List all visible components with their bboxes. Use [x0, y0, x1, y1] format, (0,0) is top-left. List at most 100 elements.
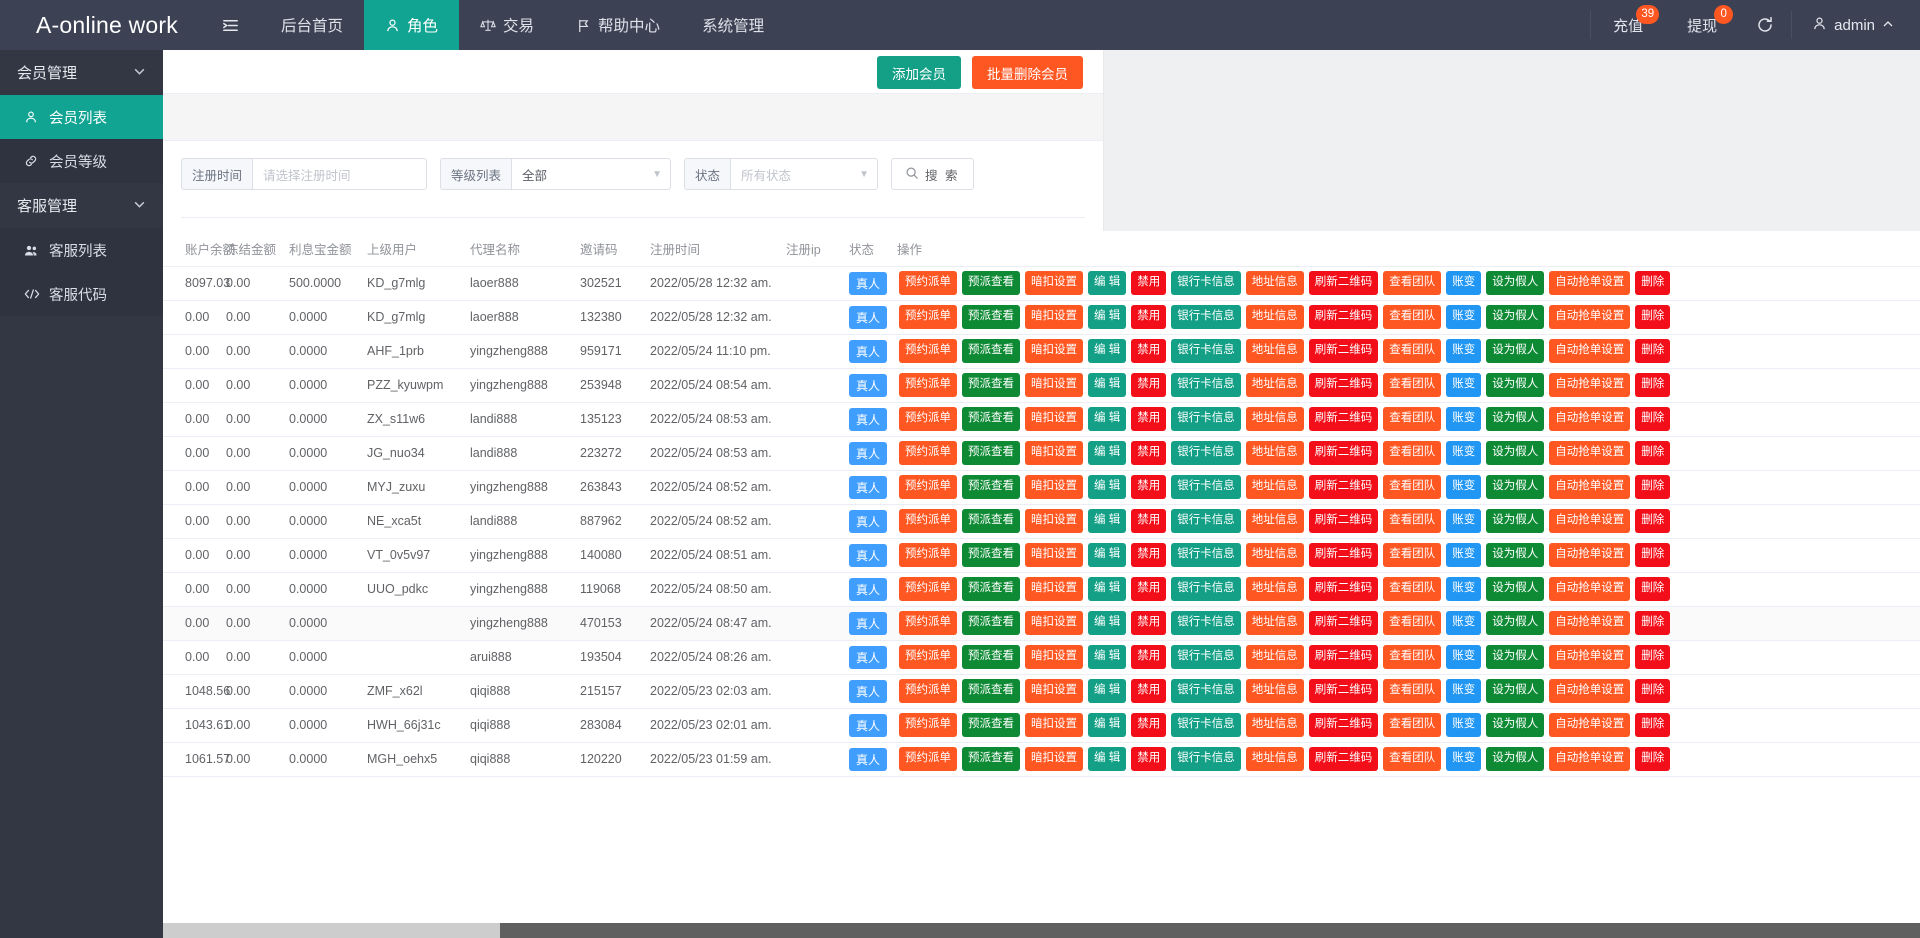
action-银行卡信息[interactable]: 银行卡信息	[1171, 407, 1241, 431]
action-删除[interactable]: 删除	[1635, 543, 1670, 567]
action-地址信息[interactable]: 地址信息	[1246, 407, 1304, 431]
action-查看团队[interactable]: 查看团队	[1383, 713, 1441, 737]
action-删除[interactable]: 删除	[1635, 509, 1670, 533]
action-禁用[interactable]: 禁用	[1131, 543, 1166, 567]
action-地址信息[interactable]: 地址信息	[1246, 713, 1304, 737]
menu-fold-icon[interactable]	[200, 0, 260, 50]
action-删除[interactable]: 删除	[1635, 407, 1670, 431]
action-地址信息[interactable]: 地址信息	[1246, 645, 1304, 669]
search-button[interactable]: 搜 索	[891, 158, 973, 190]
action-刷新二维码[interactable]: 刷新二维码	[1309, 543, 1379, 567]
action-编 辑[interactable]: 编 辑	[1088, 747, 1126, 771]
user-menu[interactable]: admin	[1792, 0, 1920, 50]
member-table-scroll[interactable]: 账户余额 冻结金额 利息宝金额 上级用户 代理名称 邀请码 注册时间 注册ip …	[163, 231, 1920, 923]
action-账变[interactable]: 账变	[1446, 747, 1481, 771]
sidebar-item-support-list[interactable]: 客服列表	[0, 228, 163, 272]
table-row[interactable]: 0.000.000.0000KD_g7mlglaoer8881323802022…	[163, 300, 1920, 334]
action-预派查看[interactable]: 预派查看	[962, 645, 1020, 669]
action-银行卡信息[interactable]: 银行卡信息	[1171, 577, 1241, 601]
sidebar-item-member-list[interactable]: 会员列表	[0, 95, 163, 139]
action-地址信息[interactable]: 地址信息	[1246, 611, 1304, 635]
action-禁用[interactable]: 禁用	[1131, 305, 1166, 329]
action-禁用[interactable]: 禁用	[1131, 679, 1166, 703]
action-预约派单[interactable]: 预约派单	[899, 747, 957, 771]
action-设为假人[interactable]: 设为假人	[1486, 407, 1544, 431]
action-自动抢单设置[interactable]: 自动抢单设置	[1549, 679, 1630, 703]
status-badge[interactable]: 真人	[849, 306, 887, 329]
action-预派查看[interactable]: 预派查看	[962, 509, 1020, 533]
level-list-select[interactable]: 全部 ▼	[511, 158, 671, 190]
table-row[interactable]: 0.000.000.0000yingzheng8884701532022/05/…	[163, 606, 1920, 640]
action-删除[interactable]: 删除	[1635, 577, 1670, 601]
status-badge[interactable]: 真人	[849, 340, 887, 363]
action-刷新二维码[interactable]: 刷新二维码	[1309, 509, 1379, 533]
action-暗扣设置[interactable]: 暗扣设置	[1025, 373, 1083, 397]
action-刷新二维码[interactable]: 刷新二维码	[1309, 305, 1379, 329]
action-禁用[interactable]: 禁用	[1131, 611, 1166, 635]
action-地址信息[interactable]: 地址信息	[1246, 747, 1304, 771]
table-row[interactable]: 0.000.000.0000arui8881935042022/05/24 08…	[163, 640, 1920, 674]
action-设为假人[interactable]: 设为假人	[1486, 475, 1544, 499]
action-编 辑[interactable]: 编 辑	[1088, 305, 1126, 329]
action-设为假人[interactable]: 设为假人	[1486, 509, 1544, 533]
action-自动抢单设置[interactable]: 自动抢单设置	[1549, 577, 1630, 601]
action-暗扣设置[interactable]: 暗扣设置	[1025, 339, 1083, 363]
action-暗扣设置[interactable]: 暗扣设置	[1025, 713, 1083, 737]
action-查看团队[interactable]: 查看团队	[1383, 747, 1441, 771]
action-删除[interactable]: 删除	[1635, 441, 1670, 465]
action-自动抢单设置[interactable]: 自动抢单设置	[1549, 611, 1630, 635]
action-编 辑[interactable]: 编 辑	[1088, 509, 1126, 533]
table-row[interactable]: 0.000.000.0000VT_0v5v97yingzheng88814008…	[163, 538, 1920, 572]
status-badge[interactable]: 真人	[849, 544, 887, 567]
status-badge[interactable]: 真人	[849, 374, 887, 397]
action-禁用[interactable]: 禁用	[1131, 577, 1166, 601]
action-暗扣设置[interactable]: 暗扣设置	[1025, 611, 1083, 635]
action-暗扣设置[interactable]: 暗扣设置	[1025, 305, 1083, 329]
action-预派查看[interactable]: 预派查看	[962, 475, 1020, 499]
action-删除[interactable]: 删除	[1635, 339, 1670, 363]
action-账变[interactable]: 账变	[1446, 713, 1481, 737]
bulk-delete-members-button[interactable]: 批量删除会员	[972, 56, 1083, 89]
action-账变[interactable]: 账变	[1446, 543, 1481, 567]
action-银行卡信息[interactable]: 银行卡信息	[1171, 679, 1241, 703]
action-银行卡信息[interactable]: 银行卡信息	[1171, 645, 1241, 669]
action-暗扣设置[interactable]: 暗扣设置	[1025, 441, 1083, 465]
action-预派查看[interactable]: 预派查看	[962, 441, 1020, 465]
action-删除[interactable]: 删除	[1635, 271, 1670, 295]
action-预约派单[interactable]: 预约派单	[899, 611, 957, 635]
action-自动抢单设置[interactable]: 自动抢单设置	[1549, 645, 1630, 669]
status-badge[interactable]: 真人	[849, 578, 887, 601]
action-预派查看[interactable]: 预派查看	[962, 407, 1020, 431]
table-row[interactable]: 1043.610.000.0000HWH_66j31cqiqi888283084…	[163, 708, 1920, 742]
action-地址信息[interactable]: 地址信息	[1246, 373, 1304, 397]
action-查看团队[interactable]: 查看团队	[1383, 373, 1441, 397]
action-禁用[interactable]: 禁用	[1131, 339, 1166, 363]
action-设为假人[interactable]: 设为假人	[1486, 713, 1544, 737]
action-刷新二维码[interactable]: 刷新二维码	[1309, 577, 1379, 601]
status-badge[interactable]: 真人	[849, 510, 887, 533]
action-刷新二维码[interactable]: 刷新二维码	[1309, 645, 1379, 669]
action-银行卡信息[interactable]: 银行卡信息	[1171, 271, 1241, 295]
table-row[interactable]: 0.000.000.0000MYJ_zuxuyingzheng888263843…	[163, 470, 1920, 504]
action-地址信息[interactable]: 地址信息	[1246, 305, 1304, 329]
action-查看团队[interactable]: 查看团队	[1383, 305, 1441, 329]
action-编 辑[interactable]: 编 辑	[1088, 713, 1126, 737]
action-查看团队[interactable]: 查看团队	[1383, 577, 1441, 601]
table-row[interactable]: 0.000.000.0000ZX_s11w6landi8881351232022…	[163, 402, 1920, 436]
action-自动抢单设置[interactable]: 自动抢单设置	[1549, 407, 1630, 431]
action-预派查看[interactable]: 预派查看	[962, 713, 1020, 737]
status-badge[interactable]: 真人	[849, 714, 887, 737]
action-预约派单[interactable]: 预约派单	[899, 577, 957, 601]
action-预约派单[interactable]: 预约派单	[899, 543, 957, 567]
action-禁用[interactable]: 禁用	[1131, 407, 1166, 431]
action-自动抢单设置[interactable]: 自动抢单设置	[1549, 305, 1630, 329]
action-刷新二维码[interactable]: 刷新二维码	[1309, 339, 1379, 363]
action-预约派单[interactable]: 预约派单	[899, 713, 957, 737]
sidebar-group-member-mgmt[interactable]: 会员管理	[0, 50, 163, 95]
status-badge[interactable]: 真人	[849, 646, 887, 669]
action-账变[interactable]: 账变	[1446, 441, 1481, 465]
action-自动抢单设置[interactable]: 自动抢单设置	[1549, 543, 1630, 567]
action-暗扣设置[interactable]: 暗扣设置	[1025, 475, 1083, 499]
action-编 辑[interactable]: 编 辑	[1088, 373, 1126, 397]
action-预派查看[interactable]: 预派查看	[962, 679, 1020, 703]
